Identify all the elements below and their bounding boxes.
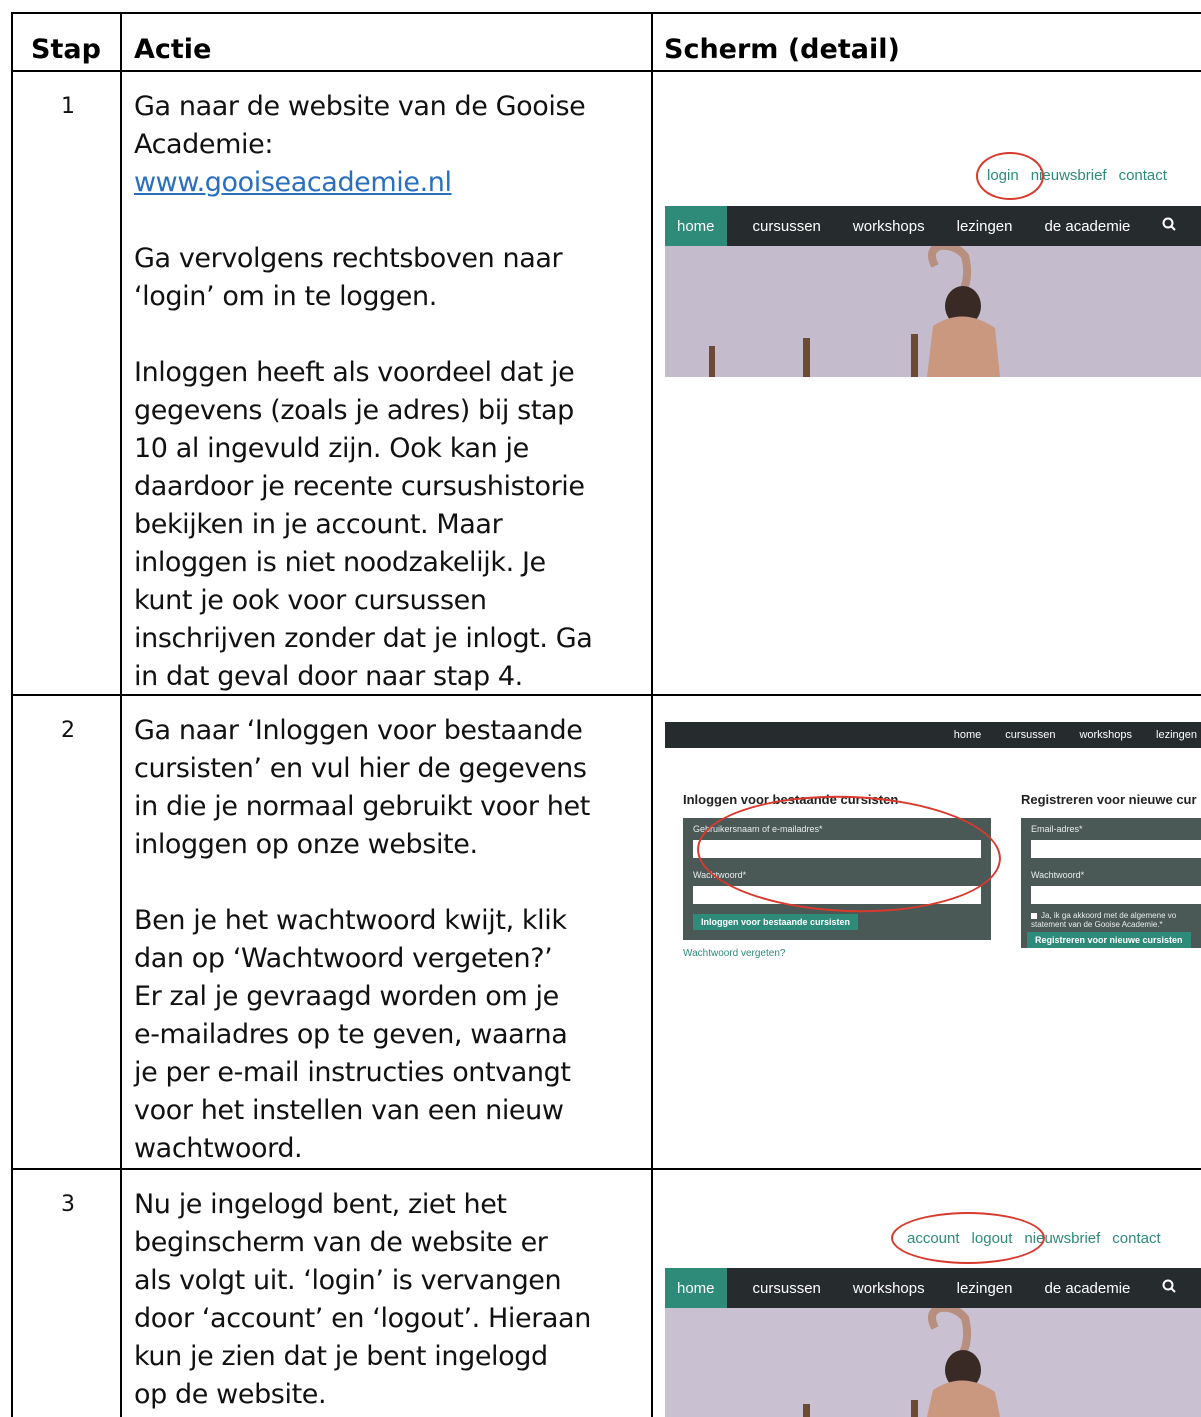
- text-line: Ga naar ‘Inloggen voor bestaande: [134, 715, 583, 746]
- text-line: bekijken in je account. Maar: [134, 509, 503, 540]
- search-icon[interactable]: [1146, 217, 1192, 235]
- header-stap: Stap: [31, 34, 101, 65]
- login-button[interactable]: Inloggen voor bestaande cursisten: [693, 914, 859, 930]
- text-line: je per e-mail instructies ontvangt: [134, 1057, 571, 1088]
- nav-workshops[interactable]: workshops: [837, 218, 941, 235]
- text-line: ‘login’ om in te loggen.: [134, 281, 437, 312]
- text-line: cursisten’ en vul hier de gegevens: [134, 753, 587, 784]
- hero-image: [665, 246, 1201, 377]
- register-password-input[interactable]: [1031, 886, 1201, 904]
- step-2-text: Ga naar ‘Inloggen voor bestaande cursist…: [134, 712, 644, 1168]
- contact-link[interactable]: contact: [1119, 167, 1167, 184]
- text-line: kunt je ook voor cursussen: [134, 585, 487, 616]
- terms-text-1: Ja, ik ga akkoord met de algemene vo: [1041, 911, 1177, 920]
- text-line: op de website.: [134, 1379, 327, 1410]
- forgot-password-link[interactable]: Wachtwoord vergeten?: [683, 948, 785, 959]
- screenshot-login-form: home cursussen workshops lezingen Inlogg…: [665, 722, 1201, 1002]
- text-line: inloggen op onze website.: [134, 829, 478, 860]
- text-line: voor het instellen van een nieuw: [134, 1095, 564, 1126]
- register-button[interactable]: Registreren voor nieuwe cursisten: [1027, 932, 1191, 948]
- main-nav: home cursussen workshops lezingen de aca…: [665, 206, 1201, 246]
- column-divider-2: [651, 12, 653, 1417]
- text-line: e-mailadres op te geven, waarna: [134, 1019, 568, 1050]
- text-line: Er zal je gevraagd worden om je: [134, 981, 559, 1012]
- nav-home[interactable]: home: [665, 1268, 727, 1308]
- text-line: wachtwoord.: [134, 1133, 303, 1164]
- nav-lezingen[interactable]: lezingen: [1144, 729, 1201, 741]
- step-number: 3: [61, 1192, 75, 1217]
- nav-workshops[interactable]: workshops: [1067, 729, 1144, 741]
- instruction-table: Stap Actie Scherm (detail) 1 Ga naar de …: [11, 12, 1201, 1417]
- email-label: Email-adres*: [1031, 824, 1083, 834]
- screenshot-logged-in-home: account logout nieuwsbrief contact home cur…: [665, 1212, 1201, 1417]
- main-nav: home cursussen workshops lezingen de aca…: [665, 1268, 1201, 1308]
- header-divider: [11, 70, 1201, 72]
- register-section-title: Registreren voor nieuwe cur: [1021, 792, 1197, 807]
- text-line: gegevens (zoals je adres) bij stap: [134, 395, 574, 426]
- highlight-ellipse: [891, 1212, 1045, 1264]
- text-line: inloggen is niet noodzakelijk. Je: [134, 547, 546, 578]
- text-line: Inloggen heeft als voordeel dat je: [134, 357, 575, 388]
- text-line: in die je normaal gebruikt voor het: [134, 791, 590, 822]
- terms-text-2: statement van de Gooise Academie.*: [1031, 920, 1163, 929]
- nav-de-academie[interactable]: de academie: [1029, 218, 1147, 235]
- text-line: in dat geval door naar stap 4.: [134, 661, 523, 692]
- step-1-text: Ga naar de website van de Gooise Academi…: [134, 88, 644, 696]
- nav-cursussen[interactable]: cursussen: [737, 218, 837, 235]
- main-nav: home cursussen workshops lezingen: [665, 722, 1201, 748]
- text-line: dan op ‘Wachtwoord vergeten?’: [134, 943, 553, 974]
- nav-de-academie[interactable]: de academie: [1029, 1280, 1147, 1297]
- table-border-top: [11, 12, 1201, 14]
- contact-link[interactable]: contact: [1112, 1230, 1160, 1247]
- nav-workshops[interactable]: workshops: [837, 1280, 941, 1297]
- search-icon[interactable]: [1146, 1279, 1192, 1297]
- step-number: 2: [61, 718, 75, 743]
- step-number: 1: [61, 94, 75, 119]
- register-password-label: Wachtwoord*: [1031, 870, 1085, 880]
- nav-home[interactable]: home: [665, 206, 727, 246]
- nav-lezingen[interactable]: lezingen: [941, 218, 1029, 235]
- terms-checkbox[interactable]: [1031, 913, 1037, 919]
- screenshot-login-home: login nieuwsbrief contact home cursussen w…: [665, 152, 1201, 377]
- text-line: Ga vervolgens rechtsboven naar: [134, 243, 563, 274]
- text-line: door ‘account’ en ‘logout’. Hieraan: [134, 1303, 591, 1334]
- nav-lezingen[interactable]: lezingen: [941, 1280, 1029, 1297]
- text-line: Nu je ingelogd bent, ziet het: [134, 1189, 507, 1220]
- register-panel: Email-adres* Wachtwoord* Ja, ik ga akkoo…: [1021, 818, 1201, 948]
- hero-image: [665, 1308, 1201, 1417]
- text-line: Ben je het wachtwoord kwijt, klik: [134, 905, 567, 936]
- nav-cursussen[interactable]: cursussen: [993, 729, 1067, 741]
- website-link[interactable]: www.gooiseacademie.nl: [134, 167, 452, 198]
- text-line: 10 al ingevuld zijn. Ook kan je: [134, 433, 529, 464]
- nav-cursussen[interactable]: cursussen: [737, 1280, 837, 1297]
- text-line: beginscherm van de website er: [134, 1227, 548, 1258]
- step-3-text: Nu je ingelogd bent, ziet het beginscher…: [134, 1186, 644, 1414]
- header-actie: Actie: [134, 34, 212, 65]
- email-input[interactable]: [1031, 840, 1201, 858]
- header-scherm: Scherm (detail): [664, 34, 900, 65]
- text-line: als volgt uit. ‘login’ is vervangen: [134, 1265, 562, 1296]
- highlight-ellipse: [976, 152, 1044, 200]
- text-line: daardoor je recente cursushistorie: [134, 471, 585, 502]
- text-line: inschrijven zonder dat je inlogt. Ga: [134, 623, 593, 654]
- text-line: kun je zien dat je bent ingelogd: [134, 1341, 548, 1372]
- text-line: Ga naar de website van de Gooise: [134, 91, 586, 122]
- row-divider-2: [11, 1168, 1201, 1170]
- text-line: Academie:: [134, 129, 274, 160]
- nav-home[interactable]: home: [942, 729, 994, 741]
